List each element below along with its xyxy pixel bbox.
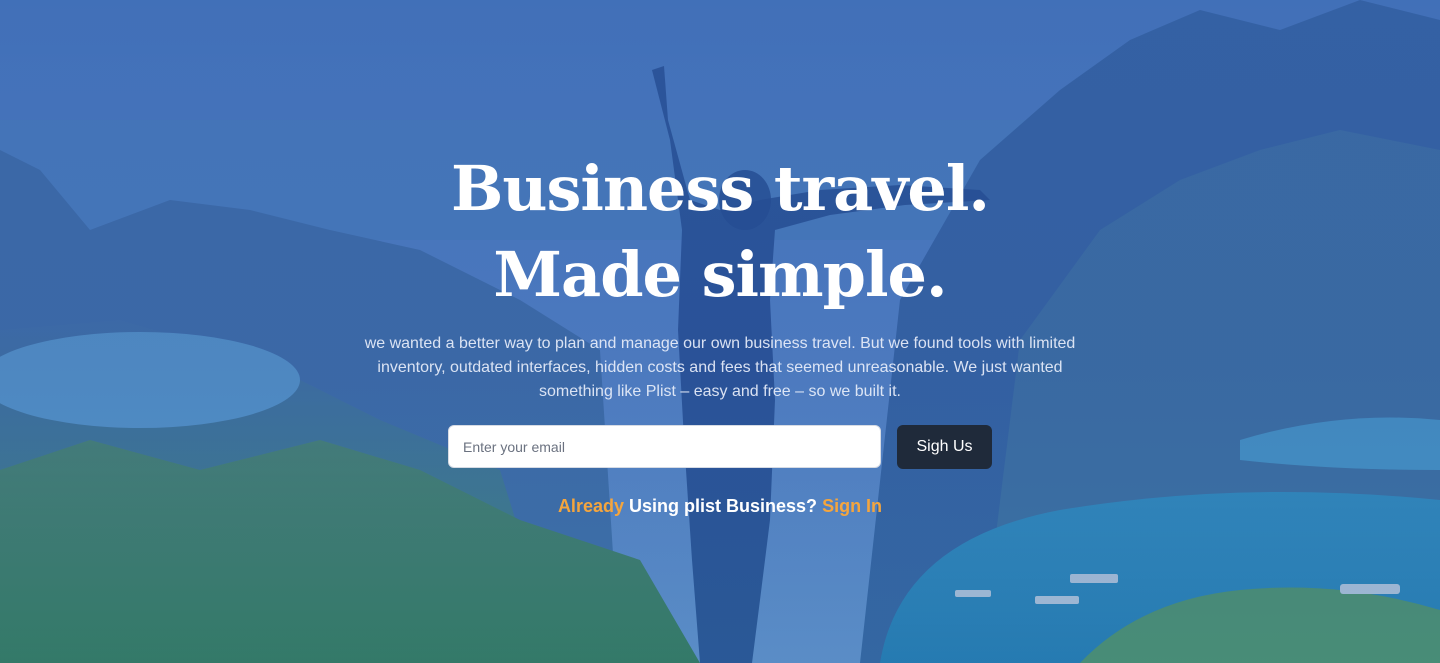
- signin-link[interactable]: Sign In: [822, 496, 882, 516]
- signup-button[interactable]: Sigh Us: [897, 425, 992, 469]
- signin-prompt: Already Using plist Business? Sign In: [0, 493, 1440, 519]
- hero-title-line1: Business travel.: [451, 152, 990, 225]
- signin-prefix: Already: [557, 496, 624, 516]
- signin-question: Using plist Business?: [629, 496, 818, 516]
- hero-description: we wanted a better way to plan and manag…: [364, 335, 1076, 400]
- email-input[interactable]: [448, 425, 881, 468]
- hero-title: Business travel. Made simple.: [0, 146, 1440, 318]
- hero-title-line2: Made simple.: [493, 238, 947, 311]
- hero-section: Business travel. Made simple. we wanted …: [0, 0, 1440, 663]
